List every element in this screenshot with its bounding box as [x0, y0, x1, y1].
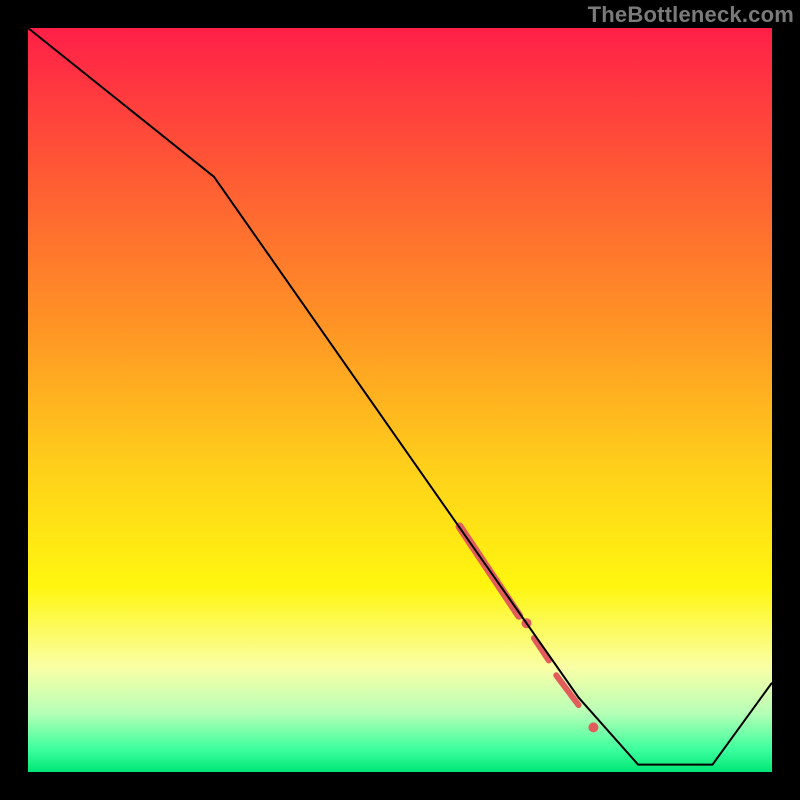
watermark-text: TheBottleneck.com — [588, 2, 794, 28]
chart-svg — [28, 28, 772, 772]
chart-background-gradient — [28, 28, 772, 772]
chart-plot-area — [28, 28, 772, 772]
chart-frame: TheBottleneck.com — [0, 0, 800, 800]
chart-highlight-point — [588, 722, 598, 732]
